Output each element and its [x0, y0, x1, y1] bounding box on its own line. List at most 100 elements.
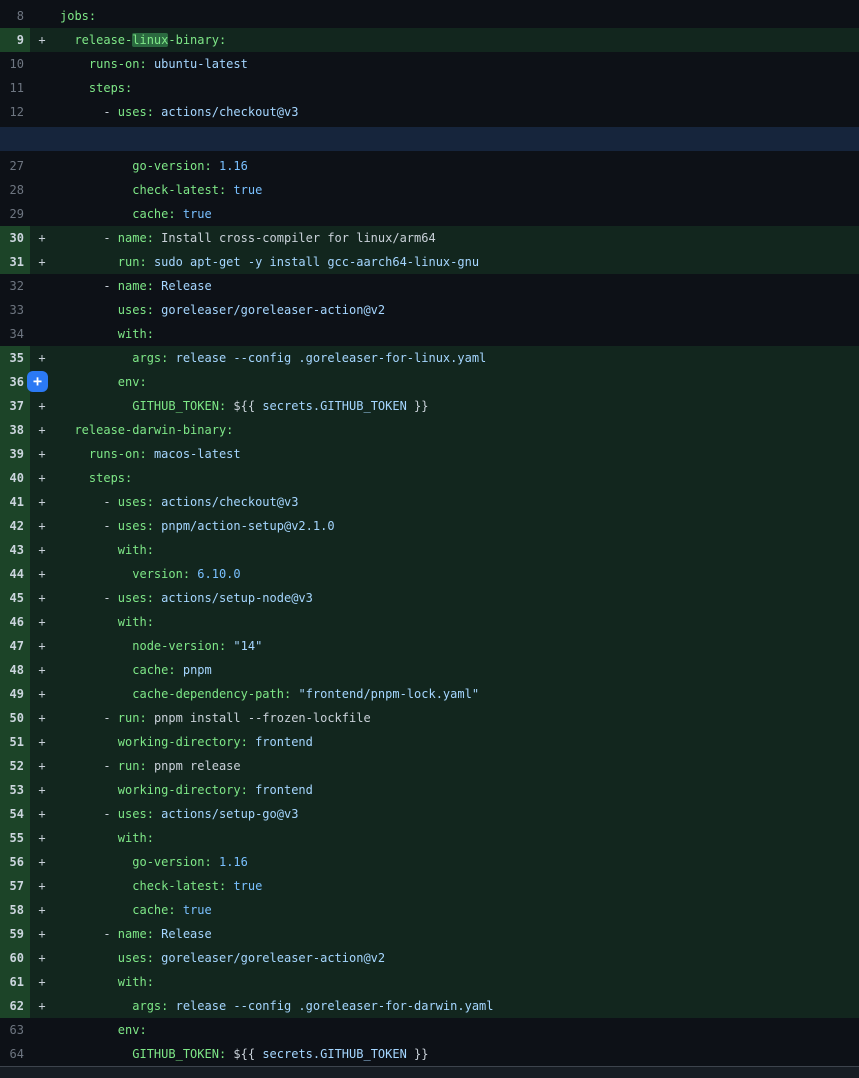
line-number[interactable]: 9	[0, 28, 30, 52]
line-number[interactable]: 60	[0, 946, 30, 970]
addition-marker: +	[30, 562, 54, 586]
line-number[interactable]: 38	[0, 418, 30, 442]
line-number[interactable]: 50	[0, 706, 30, 730]
code-text: - uses: actions/setup-node@v3	[54, 586, 859, 610]
code-text: cache-dependency-path: "frontend/pnpm-lo…	[54, 682, 859, 706]
context-marker	[30, 4, 54, 28]
line-number[interactable]: 63	[0, 1018, 30, 1042]
line-number[interactable]: 29	[0, 202, 30, 226]
code-text: - name: Release	[54, 274, 859, 298]
line-number[interactable]: 56	[0, 850, 30, 874]
code-text: args: release --config .goreleaser-for-l…	[54, 346, 859, 370]
addition-marker: +	[30, 754, 54, 778]
line-number[interactable]: 8	[0, 4, 30, 28]
code-text: GITHUB_TOKEN: ${{ secrets.GITHUB_TOKEN }…	[54, 394, 859, 418]
line-number[interactable]: 46	[0, 610, 30, 634]
addition-marker: +	[30, 850, 54, 874]
addition-marker: +	[30, 994, 54, 1018]
code-text: go-version: 1.16	[54, 850, 859, 874]
diff-line: 50+ - run: pnpm install --frozen-lockfil…	[0, 706, 859, 730]
line-number[interactable]: 49	[0, 682, 30, 706]
diff-line: 42+ - uses: pnpm/action-setup@v2.1.0	[0, 514, 859, 538]
line-number[interactable]: 57	[0, 874, 30, 898]
line-number[interactable]: 41	[0, 490, 30, 514]
diff-line: 63 env:	[0, 1018, 859, 1042]
line-number[interactable]: 11	[0, 76, 30, 100]
line-number[interactable]: 44	[0, 562, 30, 586]
line-number[interactable]: 55	[0, 826, 30, 850]
addition-marker: +	[30, 514, 54, 538]
diff-line: 62+ args: release --config .goreleaser-f…	[0, 994, 859, 1018]
code-text: jobs:	[54, 4, 859, 28]
line-number[interactable]: 51	[0, 730, 30, 754]
code-text: with:	[54, 610, 859, 634]
diff-line: 11 steps:	[0, 76, 859, 100]
context-marker	[30, 1042, 54, 1066]
line-number[interactable]: 27	[0, 154, 30, 178]
line-number[interactable]: 64	[0, 1042, 30, 1066]
line-number[interactable]: 12	[0, 100, 30, 124]
line-number[interactable]: 30	[0, 226, 30, 250]
diff-line: 27 go-version: 1.16	[0, 154, 859, 178]
line-number[interactable]: 31	[0, 250, 30, 274]
diff-line: 49+ cache-dependency-path: "frontend/pnp…	[0, 682, 859, 706]
line-number[interactable]: 32	[0, 274, 30, 298]
line-number[interactable]: 61	[0, 970, 30, 994]
code-text: args: release --config .goreleaser-for-d…	[54, 994, 859, 1018]
diff-rows: 8jobs:9+ release-linux-binary:10 runs-on…	[0, 4, 859, 1066]
addition-marker: +	[30, 490, 54, 514]
diff-line: 61+ with:	[0, 970, 859, 994]
line-number[interactable]: 54	[0, 802, 30, 826]
diff-line: 29 cache: true	[0, 202, 859, 226]
line-number[interactable]: 62	[0, 994, 30, 1018]
line-number[interactable]: 42	[0, 514, 30, 538]
line-number[interactable]: 58	[0, 898, 30, 922]
code-text: steps:	[54, 76, 859, 100]
code-text: - uses: actions/checkout@v3	[54, 490, 859, 514]
diff-line: 55+ with:	[0, 826, 859, 850]
code-text: - uses: actions/setup-go@v3	[54, 802, 859, 826]
addition-marker: +	[30, 610, 54, 634]
line-number[interactable]: 28	[0, 178, 30, 202]
addition-marker: +	[30, 442, 54, 466]
line-number[interactable]: 48	[0, 658, 30, 682]
line-number[interactable]: 33	[0, 298, 30, 322]
line-number[interactable]: 39	[0, 442, 30, 466]
line-number[interactable]: 52	[0, 754, 30, 778]
add-comment-button[interactable]: +	[27, 371, 48, 392]
addition-marker: +	[30, 634, 54, 658]
code-text: env:	[54, 1018, 859, 1042]
diff-view: 8jobs:9+ release-linux-binary:10 runs-on…	[0, 0, 859, 1078]
line-number[interactable]: 47	[0, 634, 30, 658]
code-text: steps:	[54, 466, 859, 490]
diff-line: 41+ - uses: actions/checkout@v3	[0, 490, 859, 514]
diff-line: 60+ uses: goreleaser/goreleaser-action@v…	[0, 946, 859, 970]
diff-line: 9+ release-linux-binary:	[0, 28, 859, 52]
line-number[interactable]: 40	[0, 466, 30, 490]
addition-marker: +	[30, 922, 54, 946]
line-number[interactable]: 53	[0, 778, 30, 802]
code-text: release-linux-binary:	[54, 28, 859, 52]
code-text: check-latest: true	[54, 874, 859, 898]
diff-line: 37+ GITHUB_TOKEN: ${{ secrets.GITHUB_TOK…	[0, 394, 859, 418]
line-number[interactable]: 37	[0, 394, 30, 418]
code-text: runs-on: macos-latest	[54, 442, 859, 466]
code-text: check-latest: true	[54, 178, 859, 202]
diff-line: 57+ check-latest: true	[0, 874, 859, 898]
line-number[interactable]: 10	[0, 52, 30, 76]
line-number[interactable]: 43	[0, 538, 30, 562]
diff-line: 44+ version: 6.10.0	[0, 562, 859, 586]
expand-hunk-row[interactable]	[0, 124, 859, 154]
diff-line: 40+ steps:	[0, 466, 859, 490]
line-number[interactable]: 35	[0, 346, 30, 370]
addition-marker: +	[30, 658, 54, 682]
addition-marker: +	[30, 538, 54, 562]
addition-marker: +	[30, 730, 54, 754]
line-number[interactable]: 59	[0, 922, 30, 946]
line-number[interactable]: 45	[0, 586, 30, 610]
diff-line: 38+ release-darwin-binary:	[0, 418, 859, 442]
line-number[interactable]: 36	[0, 370, 30, 394]
code-text: env:	[54, 370, 859, 394]
line-number[interactable]: 34	[0, 322, 30, 346]
context-marker	[30, 298, 54, 322]
